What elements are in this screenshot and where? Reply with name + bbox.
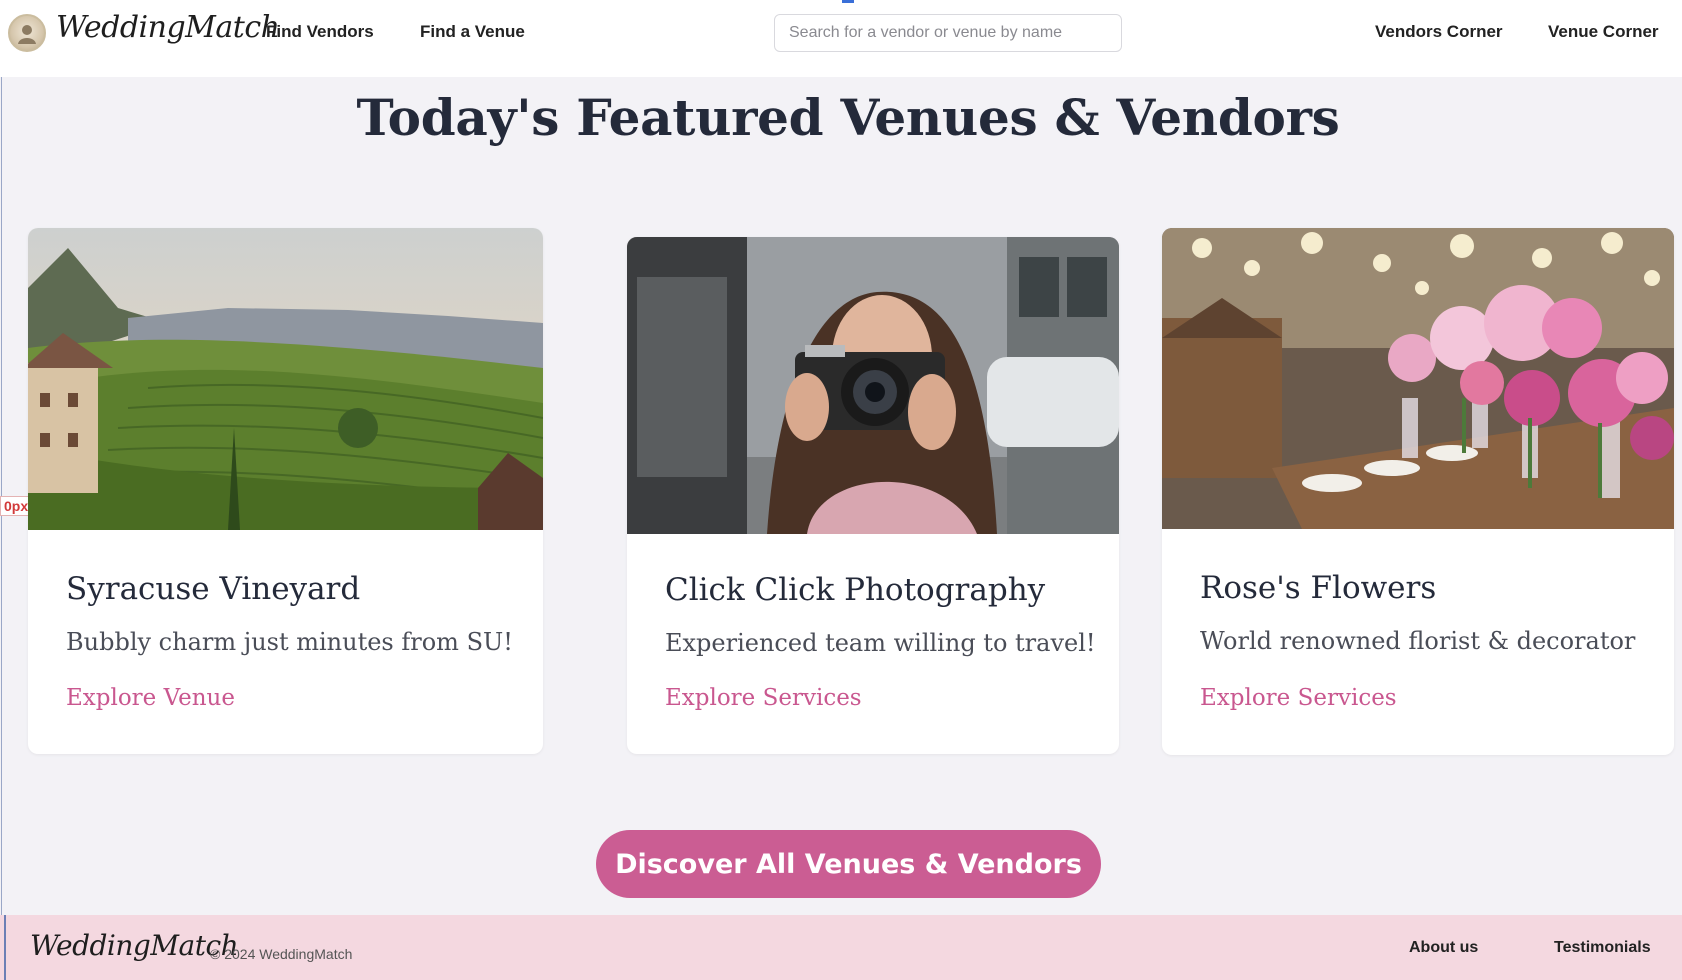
explore-services-link[interactable]: Explore Services	[665, 685, 862, 711]
logo-badge-icon[interactable]	[8, 14, 46, 52]
featured-card-vineyard[interactable]: Syracuse Vineyard Bubbly charm just minu…	[28, 228, 543, 754]
card-title: Rose's Flowers	[1200, 570, 1437, 606]
scroll-indicator	[842, 0, 854, 3]
footer-edge-line	[4, 915, 6, 980]
footer-copyright: © 2024 WeddingMatch	[210, 946, 353, 962]
footer-logo-wordmark[interactable]: WeddingMatch	[30, 929, 239, 962]
logo-wordmark[interactable]: WeddingMatch	[56, 10, 280, 45]
featured-card-florist[interactable]: Rose's Flowers World renowned florist & …	[1162, 228, 1674, 755]
page-title: Today's Featured Venues & Vendors	[356, 88, 1340, 147]
nav-venue-corner[interactable]: Venue Corner	[1548, 22, 1659, 42]
photographer-image	[627, 237, 1119, 534]
explore-services-link[interactable]: Explore Services	[1200, 685, 1397, 711]
card-description: Experienced team willing to travel!	[665, 629, 1096, 657]
footer-about-link[interactable]: About us	[1409, 939, 1478, 957]
vineyard-image	[28, 228, 543, 530]
discover-all-button[interactable]: Discover All Venues & Vendors	[596, 830, 1101, 898]
nav-find-venue[interactable]: Find a Venue	[420, 22, 525, 42]
nav-find-vendors[interactable]: Find Vendors	[266, 22, 374, 42]
card-title: Click Click Photography	[665, 572, 1046, 608]
flowers-image	[1162, 228, 1674, 529]
explore-venue-link[interactable]: Explore Venue	[66, 685, 235, 711]
nav-vendors-corner[interactable]: Vendors Corner	[1375, 22, 1503, 42]
card-description: Bubbly charm just minutes from SU!	[66, 628, 513, 656]
search-input[interactable]	[774, 14, 1122, 52]
footer: WeddingMatch © 2024 WeddingMatch About u…	[0, 915, 1682, 980]
top-navbar: WeddingMatch Find Vendors Find a Venue V…	[0, 0, 1682, 77]
featured-card-photography[interactable]: Click Click Photography Experienced team…	[627, 237, 1119, 754]
card-description: World renowned florist & decorator	[1200, 627, 1636, 655]
card-title: Syracuse Vineyard	[66, 571, 361, 607]
footer-testimonials-link[interactable]: Testimonials	[1554, 939, 1651, 957]
